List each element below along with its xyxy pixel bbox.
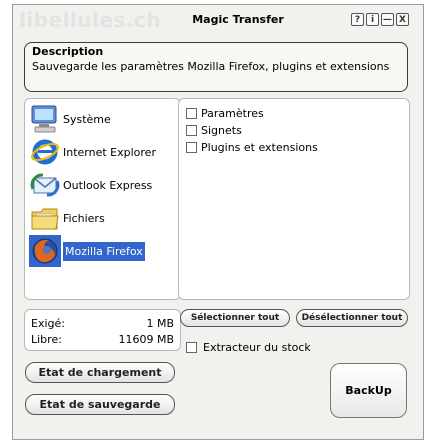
required-value: 1 MB <box>146 317 174 330</box>
option-label: Paramètres <box>201 107 264 120</box>
option-parametres[interactable]: Paramètres <box>186 107 264 120</box>
stock-extractor-label: Extracteur du stock <box>203 341 311 354</box>
free-value: 11609 MB <box>118 333 174 346</box>
source-label: Fichiers <box>63 211 105 225</box>
source-item-fichiers[interactable]: Fichiers <box>29 202 105 234</box>
checkbox[interactable] <box>186 108 197 119</box>
checkbox[interactable] <box>186 125 197 136</box>
source-item-mozilla-firefox[interactable]: Mozilla Firefox <box>29 235 145 267</box>
minimize-button[interactable]: — <box>381 13 394 26</box>
required-row: Exigé: 1 MB <box>31 317 174 330</box>
free-row: Libre: 11609 MB <box>31 333 174 346</box>
save-state-button[interactable]: Etat de sauvegarde <box>25 394 175 415</box>
option-label: Signets <box>201 124 242 137</box>
internet-explorer-icon <box>29 136 61 168</box>
free-label: Libre: <box>31 333 62 346</box>
space-stats: Exigé: 1 MB Libre: 11609 MB <box>24 309 181 351</box>
stock-extractor[interactable]: Extracteur du stock <box>186 341 311 354</box>
firefox-icon <box>29 235 61 267</box>
title-buttons: ? i — X <box>351 13 409 26</box>
backup-button[interactable]: BackUp <box>330 363 407 418</box>
description-title: Description <box>32 45 104 58</box>
option-plugins-extensions[interactable]: Plugins et extensions <box>186 141 318 154</box>
source-label: Mozilla Firefox <box>63 241 145 261</box>
select-all-button[interactable]: Sélectionner tout <box>180 309 290 327</box>
magic-transfer-window: libellules.ch Magic Transfer ? i — X Des… <box>12 4 424 440</box>
source-item-systeme[interactable]: Système <box>29 103 111 135</box>
source-label: Outlook Express <box>63 178 153 192</box>
folder-icon <box>29 202 61 234</box>
option-signets[interactable]: Signets <box>186 124 242 137</box>
outlook-express-icon <box>29 169 61 201</box>
checkbox[interactable] <box>186 142 197 153</box>
deselect-all-button[interactable]: Désélectionner tout <box>296 309 408 327</box>
source-list: Système Internet Explorer Outlook Expres… <box>24 98 181 300</box>
help-button[interactable]: ? <box>351 13 364 26</box>
description-text: Sauvegarde les paramètres Mozilla Firefo… <box>32 60 390 73</box>
description-box: Description Sauvegarde les paramètres Mo… <box>24 42 408 92</box>
computer-icon <box>29 103 61 135</box>
close-button[interactable]: X <box>396 13 409 26</box>
info-button[interactable]: i <box>366 13 379 26</box>
options-list: Paramètres Signets Plugins et extensions <box>178 98 410 300</box>
required-label: Exigé: <box>31 317 65 330</box>
checkbox[interactable] <box>186 342 197 353</box>
source-label: Internet Explorer <box>63 145 156 159</box>
source-label: Système <box>63 112 111 126</box>
source-item-outlook-express[interactable]: Outlook Express <box>29 169 152 201</box>
source-item-internet-explorer[interactable]: Internet Explorer <box>29 136 156 168</box>
load-state-button[interactable]: Etat de chargement <box>25 362 175 383</box>
title-bar[interactable]: libellules.ch Magic Transfer ? i — X <box>13 5 423 35</box>
option-label: Plugins et extensions <box>201 141 318 154</box>
